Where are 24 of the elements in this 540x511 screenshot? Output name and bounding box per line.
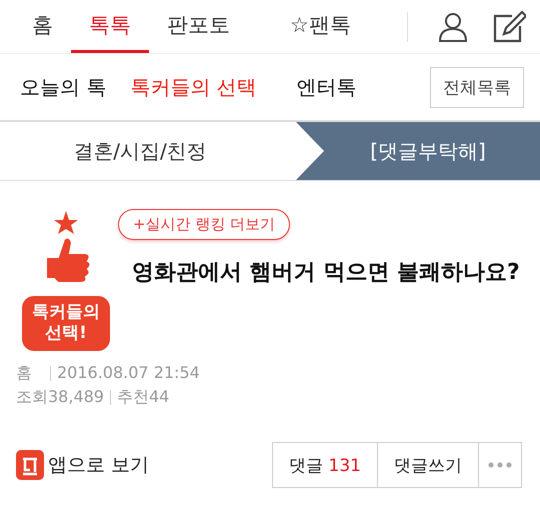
subcategory-link[interactable]: [댓글부탁해] — [296, 122, 540, 180]
like-count: 추천44 — [116, 387, 170, 406]
app-link[interactable]: 앱으로 보기 — [16, 450, 150, 480]
ranking-link[interactable]: +실시간 랭킹 더보기 — [118, 209, 290, 240]
edit-icon[interactable] — [492, 10, 526, 44]
badge-label: 톡커들의 선택! — [22, 296, 110, 350]
post-title: 영화관에서 햄버거 먹으면 불쾌하나요? — [132, 259, 520, 287]
app-icon — [16, 450, 44, 480]
category-tab[interactable]: 오늘의 톡 — [20, 74, 106, 100]
view-count: 조회38,489 — [16, 387, 104, 406]
write-comment-button[interactable]: 댓글쓰기 — [377, 442, 479, 488]
post-date: 2016.08.07 21:54 — [57, 362, 200, 382]
board-name: 홈 — [16, 362, 32, 382]
nav-tab[interactable]: 홈 — [14, 0, 71, 53]
more-icon — [488, 462, 512, 468]
category-tab[interactable]: 톡커들의 선택 — [130, 74, 257, 100]
nav-tab[interactable]: 톡톡 — [71, 0, 149, 53]
nav-tab[interactable]: ☆팬톡 — [272, 0, 369, 53]
all-list-button[interactable]: 전체목록 — [430, 66, 524, 108]
category-tab[interactable]: 엔터톡 — [296, 74, 357, 100]
app-link-label: 앱으로 보기 — [48, 453, 150, 478]
comments-button[interactable]: 댓글 131 — [272, 442, 378, 488]
nav-tab[interactable]: 판포토 — [149, 0, 248, 53]
user-icon[interactable] — [438, 12, 468, 42]
